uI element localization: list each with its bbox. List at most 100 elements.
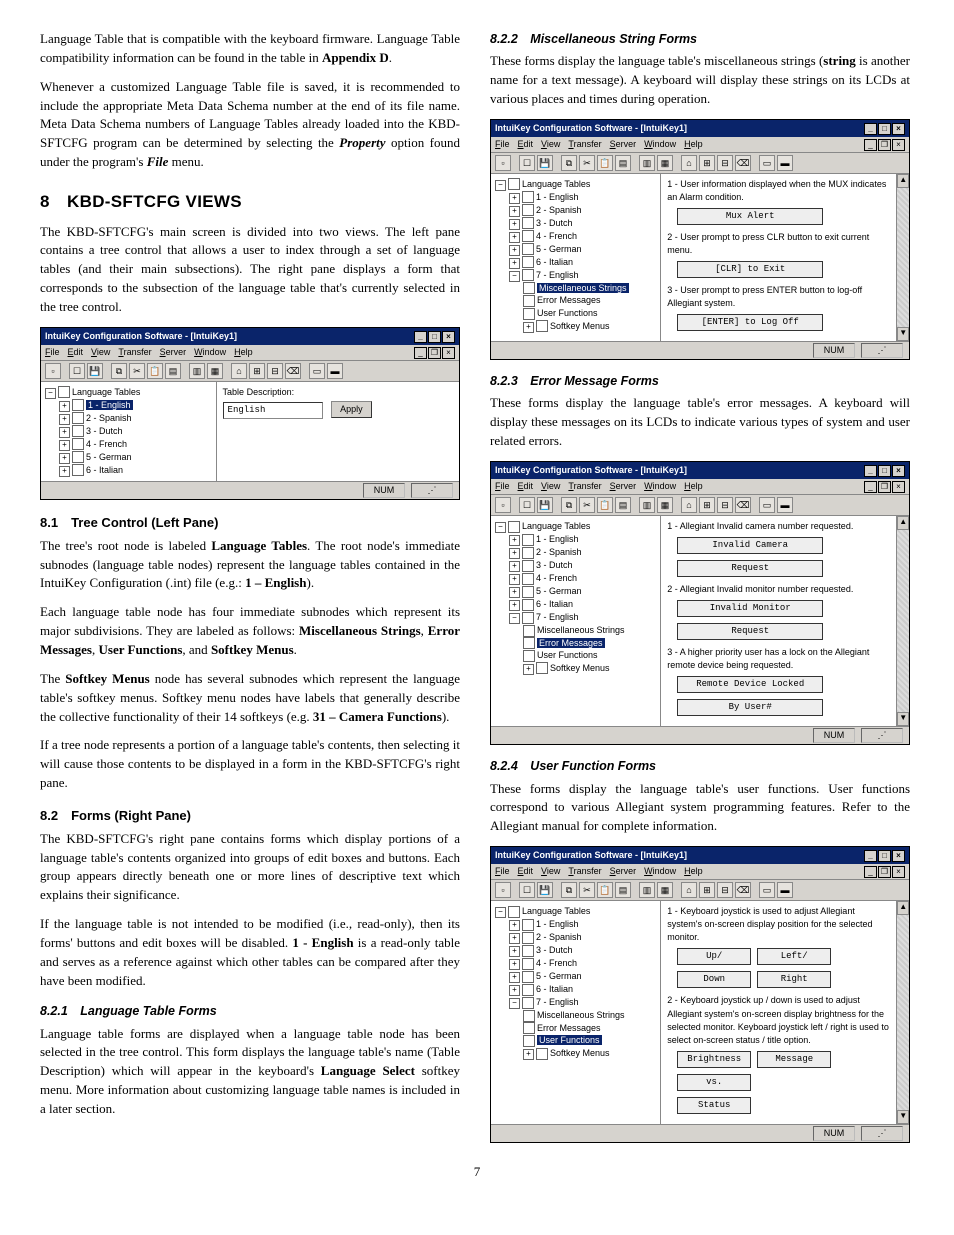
lcd-field[interactable]: Status [677,1097,751,1114]
toolbar-icon[interactable]: 💾 [537,882,553,898]
toolbar-cut-icon[interactable]: ✂ [129,363,145,379]
toolbar-save-icon[interactable]: 💾 [87,363,103,379]
toolbar-icon[interactable]: ✂ [579,155,595,171]
tree-control[interactable]: −Language Tables +1 - English +2 - Spani… [491,516,661,726]
tree-item[interactable]: 4 - French [536,958,577,968]
toolbar-icon[interactable]: ☐ [519,497,535,513]
toolbar-icon[interactable]: ⌂ [681,155,697,171]
lcd-field[interactable]: [ENTER] to Log Off [677,314,823,331]
tree-item[interactable]: Softkey Menus [550,663,610,673]
tree-control[interactable]: −Language Tables +1 - English +2 - Spani… [491,174,661,341]
mdi-restore-icon[interactable]: ❐ [878,866,891,878]
menu-edit[interactable]: Edit [68,346,84,359]
mdi-minimize-icon[interactable]: _ [864,866,877,878]
tree-root[interactable]: Language Tables [522,906,590,916]
tree-item[interactable]: 5 - German [86,452,132,462]
maximize-icon[interactable]: □ [878,465,891,477]
mdi-close-icon[interactable]: × [442,347,455,359]
mdi-restore-icon[interactable]: ❐ [878,481,891,493]
toolbar-icon[interactable]: ☐ [519,155,535,171]
menu-server[interactable]: Server [160,346,187,359]
toolbar-icon[interactable]: ⌂ [231,363,247,379]
toolbar-icon[interactable]: ▤ [165,363,181,379]
tree-item[interactable]: 2 - Spanish [86,413,132,423]
toolbar-icon[interactable]: ▭ [759,497,775,513]
scroll-down-icon[interactable]: ▼ [897,327,909,341]
tree-item[interactable]: Miscellaneous Strings [537,625,625,635]
toolbar-icon[interactable]: ☐ [519,882,535,898]
toolbar-icon[interactable]: ⊞ [699,497,715,513]
menu-view[interactable]: View [91,346,110,359]
toolbar-icon[interactable]: ⊞ [699,155,715,171]
tree-item[interactable]: User Functions [537,308,598,318]
lcd-field[interactable]: Message [757,1051,831,1068]
tree-item[interactable]: User Functions [537,650,598,660]
toolbar-icon[interactable]: ⧉ [561,155,577,171]
toolbar-icon[interactable]: ▦ [657,497,673,513]
toolbar-icon[interactable]: 💾 [537,497,553,513]
minimize-icon[interactable]: _ [864,850,877,862]
menu-bar[interactable]: FileEditViewTransferServerWindowHelp [495,138,703,151]
lcd-field[interactable]: Request [677,560,823,577]
toolbar-icon[interactable]: ⧉ [561,497,577,513]
toolbar-paste-icon[interactable]: 📋 [147,363,163,379]
toolbar-icon[interactable]: ✂ [579,882,595,898]
tree-item[interactable]: 2 - Spanish [536,547,582,557]
toolbar-icon[interactable]: ⊟ [717,155,733,171]
tree-item[interactable]: 5 - German [536,244,582,254]
toolbar-icon[interactable]: ▫ [495,497,511,513]
tree-item[interactable]: 7 - English [536,997,579,1007]
tree-item[interactable]: 1 - English [536,192,579,202]
toolbar-icon[interactable]: ✂ [579,497,595,513]
toolbar-copy-icon[interactable]: ⧉ [111,363,127,379]
toolbar-icon[interactable]: 💾 [537,155,553,171]
scroll-bar[interactable]: ▲▼ [896,901,909,1124]
menu-bar[interactable]: FileEditViewTransferServerWindowHelp [495,480,703,493]
toolbar-icon[interactable]: ▭ [309,363,325,379]
menu-transfer[interactable]: Transfer [118,346,151,359]
menu-bar[interactable]: File Edit View Transfer Server Window He… [45,346,253,359]
tree-item[interactable]: 6 - Italian [86,465,123,475]
minimize-icon[interactable]: _ [414,331,427,343]
lcd-field[interactable]: Down [677,971,751,988]
toolbar-icon[interactable]: ⌂ [681,882,697,898]
lcd-field[interactable]: Remote Device Locked [677,676,823,693]
menu-help[interactable]: Help [234,346,253,359]
toolbar-icon[interactable]: ▤ [615,882,631,898]
toolbar-icon[interactable]: 📋 [597,155,613,171]
toolbar-icon[interactable]: ⌫ [285,363,301,379]
minimize-icon[interactable]: _ [864,123,877,135]
tree-root[interactable]: Language Tables [522,521,590,531]
tree-item-selected[interactable]: User Functions [537,1035,602,1045]
toolbar-icon[interactable]: ⌂ [681,497,697,513]
lcd-field[interactable]: By User# [677,699,823,716]
maximize-icon[interactable]: □ [878,850,891,862]
lcd-field[interactable]: Request [677,623,823,640]
toolbar-icon[interactable]: ▦ [207,363,223,379]
close-icon[interactable]: × [442,331,455,343]
tree-item[interactable]: Softkey Menus [550,1048,610,1058]
mdi-close-icon[interactable]: × [892,866,905,878]
tree-item[interactable]: 2 - Spanish [536,932,582,942]
lcd-field[interactable]: vs. [677,1074,751,1091]
toolbar-icon[interactable]: ▦ [657,882,673,898]
tree-item[interactable]: Error Messages [537,1023,601,1033]
lcd-field[interactable]: Left/ [757,948,831,965]
tree-item[interactable]: Miscellaneous Strings [537,1010,625,1020]
toolbar-icon[interactable]: ⧉ [561,882,577,898]
scroll-up-icon[interactable]: ▲ [897,901,909,915]
tree-item-selected[interactable]: Miscellaneous Strings [537,283,629,293]
scroll-bar[interactable]: ▲▼ [896,174,909,341]
toolbar-icon[interactable]: ▬ [777,497,793,513]
toolbar-icon[interactable]: ⊞ [249,363,265,379]
tree-item[interactable]: 4 - French [86,439,127,449]
scroll-down-icon[interactable]: ▼ [897,1110,909,1124]
menu-window[interactable]: Window [194,346,226,359]
close-icon[interactable]: × [892,123,905,135]
scroll-bar[interactable]: ▲▼ [896,516,909,726]
tree-item-selected[interactable]: 1 - English [86,400,133,410]
toolbar-icon[interactable]: ⊟ [717,882,733,898]
close-icon[interactable]: × [892,850,905,862]
toolbar-icon[interactable]: ▤ [615,497,631,513]
mdi-minimize-icon[interactable]: _ [414,347,427,359]
